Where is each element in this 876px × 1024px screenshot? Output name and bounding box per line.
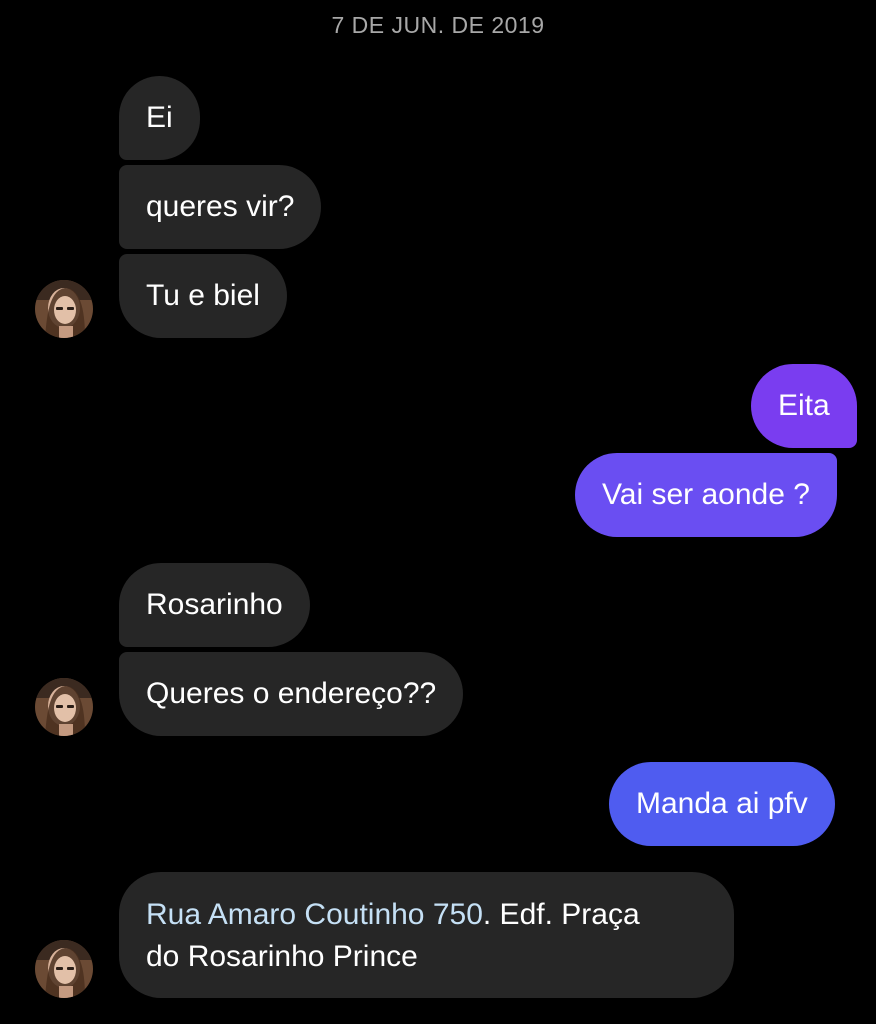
message-bubble-incoming[interactable]: Queres o endereço?? xyxy=(119,652,464,736)
message-text: . Edf. Praça xyxy=(482,898,640,931)
message-bubble-incoming[interactable]: Ei xyxy=(119,76,200,160)
message-bubble-incoming[interactable]: Rosarinho xyxy=(119,563,310,647)
avatar-photo-icon xyxy=(35,678,93,736)
message-text: Eita xyxy=(778,389,830,422)
message-bubble-outgoing[interactable]: Vai ser aonde ? xyxy=(575,453,837,537)
avatar-photo-icon xyxy=(35,940,93,998)
message-text: do Rosarinho Prince xyxy=(146,940,418,973)
avatar-photo-icon xyxy=(35,280,93,338)
message-bubble-incoming[interactable]: Tu e biel xyxy=(119,254,287,338)
message-text: Queres o endereço?? xyxy=(146,677,437,710)
message-text: queres vir? xyxy=(146,190,295,223)
sender-avatar[interactable] xyxy=(35,678,93,736)
message-bubble-outgoing[interactable]: Eita xyxy=(751,364,857,448)
message-text: Rosarinho xyxy=(146,588,283,621)
message-text: Tu e biel xyxy=(146,279,260,312)
address-link[interactable]: Rua Amaro Coutinho 750 xyxy=(146,898,483,931)
message-line: do Rosarinho Prince xyxy=(146,936,707,978)
message-bubble-incoming[interactable]: Rua Amaro Coutinho 750. Edf. Praça do Ro… xyxy=(119,872,734,998)
message-text: Vai ser aonde ? xyxy=(602,478,810,511)
message-bubble-outgoing[interactable]: Manda ai pfv xyxy=(609,762,835,846)
message-bubble-incoming[interactable]: queres vir? xyxy=(119,165,322,249)
date-header: 7 DE JUN. DE 2019 xyxy=(331,12,545,38)
message-line: Rua Amaro Coutinho 750. Edf. Praça xyxy=(146,894,707,936)
message-text: Manda ai pfv xyxy=(636,787,808,820)
message-text: Ei xyxy=(146,101,173,134)
sender-avatar[interactable] xyxy=(35,940,93,998)
sender-avatar[interactable] xyxy=(35,280,93,338)
